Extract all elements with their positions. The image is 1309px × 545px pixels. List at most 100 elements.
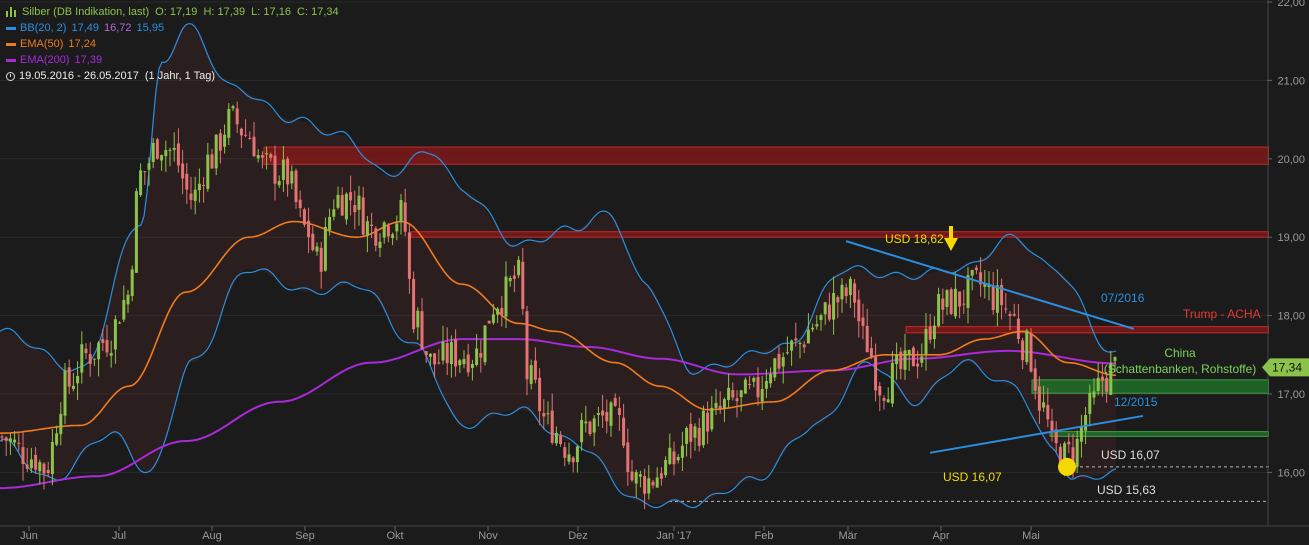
candle-body — [1033, 368, 1037, 391]
candle-body — [651, 481, 655, 486]
candle-body — [554, 432, 558, 444]
price-zone — [905, 326, 1269, 334]
candle-body — [38, 462, 42, 472]
candle-body — [680, 445, 684, 458]
candle-body — [924, 328, 928, 355]
legend-range-period: (1 Jahr, 1 Tag) — [144, 70, 216, 82]
candle-body — [265, 153, 269, 155]
candle-body — [466, 354, 470, 373]
candle-body — [227, 109, 231, 138]
candle-body — [470, 363, 474, 369]
candle-body — [1016, 318, 1020, 339]
ema50-swatch-icon — [6, 42, 16, 46]
candle-body — [407, 232, 411, 279]
down-arrow-icon — [944, 226, 958, 251]
candle-body — [370, 224, 374, 226]
candle-body — [937, 294, 941, 326]
candle-body — [634, 472, 638, 484]
candle-body — [344, 193, 348, 220]
candle-body — [4, 437, 8, 441]
candle-body — [538, 377, 542, 412]
candle-body — [853, 283, 857, 303]
candle-body — [508, 277, 512, 282]
candle-body — [13, 439, 17, 443]
last-price-label: 17,34 — [1272, 360, 1302, 374]
y-tick-label: 22,00 — [1277, 0, 1305, 9]
candle-body — [559, 435, 563, 444]
candle-body — [286, 158, 290, 185]
candle-body — [567, 454, 571, 462]
candle-body — [836, 297, 840, 303]
dashed-line-label-usd-1563: USD 15,63 — [1097, 483, 1156, 497]
candle-body — [59, 413, 63, 435]
candle-body — [336, 194, 340, 208]
candle-body — [197, 183, 201, 191]
candle-body — [588, 421, 592, 435]
legend-bb-mid: 16,72 — [104, 22, 132, 34]
candle-body — [1042, 402, 1046, 408]
candle-body — [760, 389, 764, 402]
legend-main-series: Silber (DB Indikation, last) O: 17,19 H:… — [6, 4, 339, 20]
candle-body — [622, 417, 626, 446]
candle-body — [281, 159, 285, 180]
candle-body — [168, 149, 172, 151]
candle-body — [151, 142, 155, 162]
candle-body — [496, 308, 500, 315]
candle-body — [886, 399, 890, 403]
candle-body — [819, 315, 823, 321]
candle-body — [764, 380, 768, 389]
candle-body — [420, 311, 424, 350]
candle-body — [752, 378, 756, 382]
candle-body — [55, 433, 59, 445]
candle-body — [529, 365, 533, 384]
candle-body — [617, 408, 621, 416]
candle-body — [269, 154, 273, 158]
candle-body — [479, 353, 483, 358]
candle-body — [563, 447, 567, 458]
candle-body — [781, 357, 785, 367]
candle-body — [953, 288, 957, 317]
candle-body — [403, 202, 407, 232]
candle-body — [256, 155, 260, 159]
candle-body — [8, 438, 12, 442]
legend-main-ohlc: O: 17,19 H: 17,39 L: 17,16 C: 17,34 — [155, 6, 339, 18]
candle-body — [609, 402, 613, 426]
legend-ema50-name: EMA(50) — [20, 38, 64, 50]
candle-body — [907, 350, 911, 355]
candle-body — [811, 327, 815, 330]
price-zone — [1031, 379, 1269, 394]
candle-body — [50, 442, 54, 474]
legend-ema200-name: EMA(200) — [20, 54, 70, 66]
candle-body — [844, 287, 848, 297]
candle-body — [210, 154, 214, 169]
price-zone — [410, 231, 1269, 238]
candle-body — [475, 348, 479, 365]
candle-body — [995, 285, 999, 313]
candle-body — [932, 325, 936, 340]
x-tick-label: Dez — [568, 530, 588, 542]
candle-body — [504, 276, 508, 317]
candle-body — [218, 133, 222, 151]
candle-body — [869, 348, 873, 358]
candle-body — [827, 304, 831, 320]
candle-body — [903, 350, 907, 370]
candle-body — [311, 233, 315, 251]
candle-body — [731, 390, 735, 398]
candle-body — [521, 261, 525, 309]
candle-body — [668, 447, 672, 464]
dashed-line-label-usd-1607: USD 16,07 — [1101, 448, 1160, 462]
candle-body — [294, 170, 298, 202]
candle-body — [735, 398, 739, 402]
candle-body — [302, 209, 306, 225]
annotation-china: China — [1164, 346, 1196, 360]
candle-body — [727, 387, 731, 401]
candle-body — [533, 360, 537, 380]
candle-body — [802, 344, 806, 348]
candle-body — [1075, 438, 1079, 467]
candle-body — [659, 473, 663, 479]
candle-body — [605, 412, 609, 422]
candle-body — [277, 180, 281, 186]
candle-body — [332, 209, 336, 217]
candle-body — [706, 412, 710, 432]
candle-body — [916, 363, 920, 367]
